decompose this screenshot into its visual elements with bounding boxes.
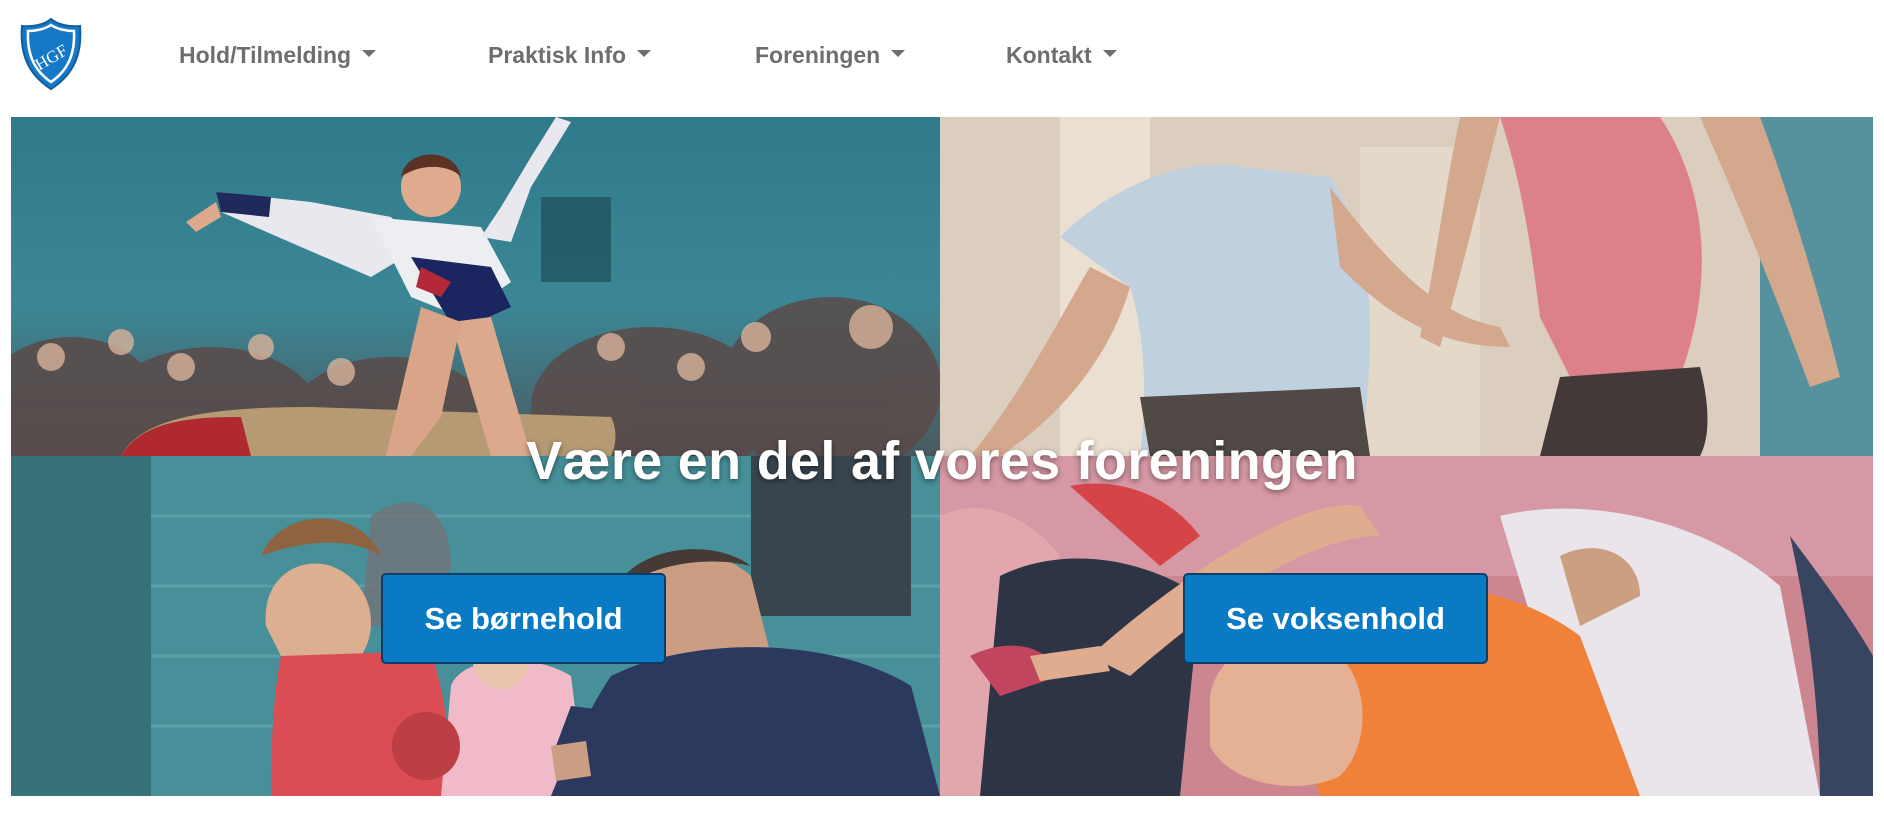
shield-logo-icon: HGF — [20, 17, 82, 91]
gymnastics-photo — [11, 117, 940, 456]
nav-foreningen[interactable]: Foreningen — [755, 40, 906, 70]
caret-down-icon — [362, 49, 377, 57]
caret-down-icon — [637, 49, 652, 57]
navbar: HGF Hold/Tilmelding Praktisk Info Foreni… — [0, 0, 1884, 117]
caret-down-icon — [1102, 49, 1117, 57]
hero-section: Være en del af vores foreningen Se børne… — [11, 117, 1873, 796]
nav-kontakt[interactable]: Kontakt — [1006, 40, 1117, 70]
see-adult-teams-button[interactable]: Se voksenhold — [1183, 573, 1488, 664]
nav-label: Praktisk Info — [488, 41, 627, 68]
dance-photo — [940, 117, 1873, 456]
nav-label: Hold/Tilmelding — [179, 41, 352, 68]
see-children-teams-button[interactable]: Se børnehold — [381, 573, 666, 664]
hero-title: Være en del af vores foreningen — [526, 431, 1358, 491]
nav-hold-tilmelding[interactable]: Hold/Tilmelding — [179, 40, 377, 70]
caret-down-icon — [891, 49, 906, 57]
nav-praktisk-info[interactable]: Praktisk Info — [488, 40, 652, 70]
nav-label: Foreningen — [755, 41, 881, 68]
nav-label: Kontakt — [1006, 41, 1092, 68]
hgf-logo[interactable]: HGF — [18, 17, 84, 91]
